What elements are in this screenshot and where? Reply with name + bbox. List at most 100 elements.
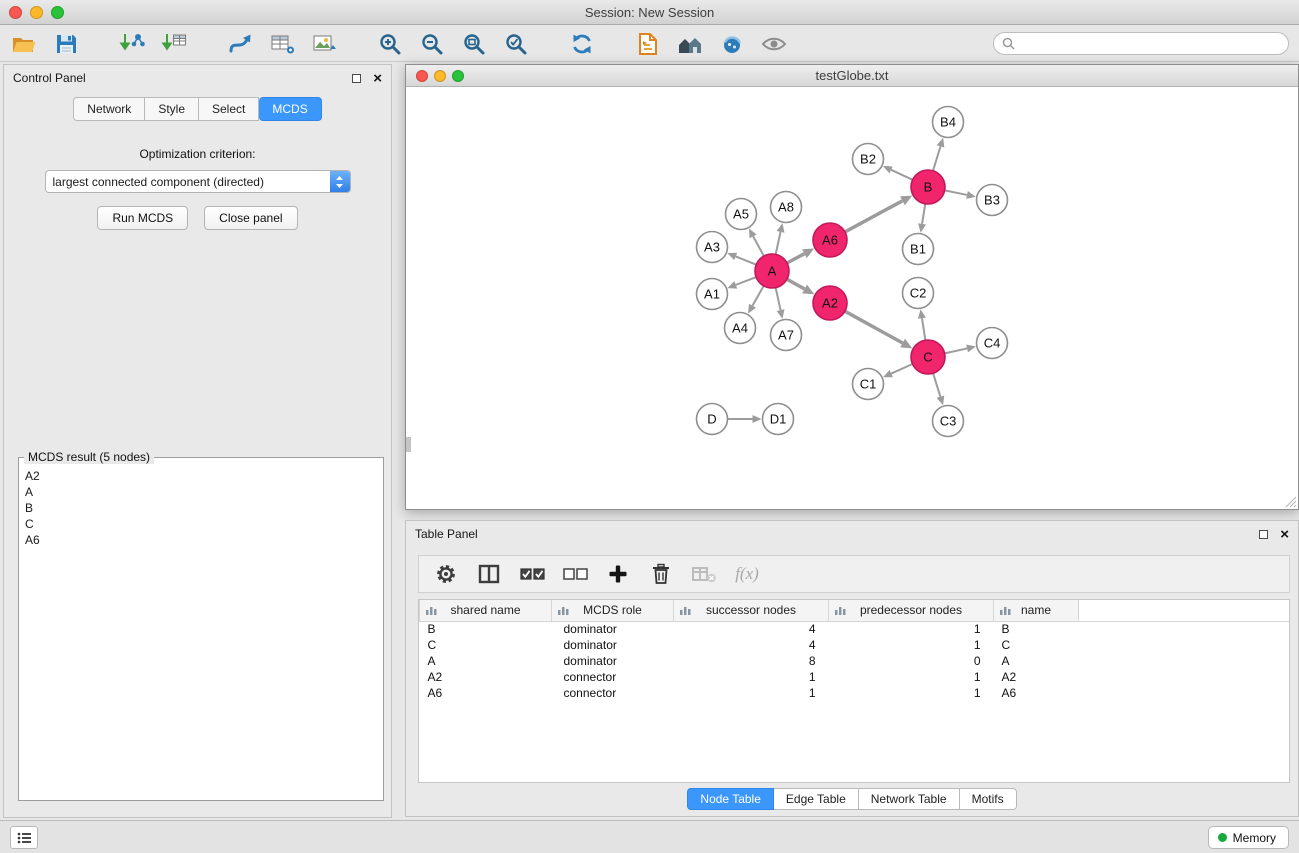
zoom-fit-icon[interactable] bbox=[458, 29, 490, 59]
graph-edge-A-A7[interactable] bbox=[776, 288, 781, 310]
cell-successor-nodes[interactable]: 1 bbox=[674, 685, 829, 701]
graph-edge-C-C3[interactable] bbox=[933, 373, 940, 396]
tab-motifs[interactable]: Motifs bbox=[960, 788, 1017, 810]
graph-edge-C-C4[interactable] bbox=[945, 348, 967, 353]
column-header-mcds-role[interactable]: MCDS role bbox=[552, 600, 674, 621]
network-window-titlebar[interactable]: testGlobe.txt bbox=[406, 65, 1298, 87]
paint-style-icon[interactable] bbox=[716, 29, 748, 59]
graph-edge-B-B4[interactable] bbox=[933, 146, 941, 170]
cell-shared-name[interactable]: B bbox=[420, 621, 552, 637]
mcds-result-item[interactable]: A6 bbox=[25, 532, 381, 548]
tab-edge-table[interactable]: Edge Table bbox=[774, 788, 859, 810]
tab-mcds[interactable]: MCDS bbox=[259, 97, 321, 121]
mcds-result-list[interactable]: A2ABCA6 bbox=[21, 468, 381, 798]
graph-edge-B-B1[interactable] bbox=[922, 204, 925, 224]
deselect-all-icon[interactable] bbox=[562, 560, 588, 588]
memory-button[interactable]: Memory bbox=[1208, 826, 1289, 849]
cell-predecessor-nodes[interactable]: 0 bbox=[829, 653, 994, 669]
zoom-in-icon[interactable] bbox=[374, 29, 406, 59]
mcds-result-item[interactable]: C bbox=[25, 516, 381, 532]
tab-network[interactable]: Network bbox=[73, 97, 145, 121]
run-mcds-button[interactable]: Run MCDS bbox=[97, 206, 188, 230]
cell-mcds-role[interactable]: connector bbox=[552, 669, 674, 685]
cell-mcds-role[interactable]: dominator bbox=[552, 637, 674, 653]
table-row[interactable]: A2connector11A2 bbox=[420, 669, 1290, 685]
cell-name[interactable]: B bbox=[994, 621, 1079, 637]
cell-predecessor-nodes[interactable]: 1 bbox=[829, 637, 994, 653]
graph-edge-A-A8[interactable] bbox=[776, 232, 781, 254]
mcds-result-item[interactable]: A2 bbox=[25, 468, 381, 484]
float-panel-icon[interactable] bbox=[352, 74, 361, 83]
graph-edge-A-A1[interactable] bbox=[736, 277, 756, 285]
resize-grip-icon[interactable] bbox=[1285, 496, 1297, 508]
graph-edge-B-B3[interactable] bbox=[945, 190, 967, 195]
column-visibility-icon[interactable] bbox=[476, 560, 502, 588]
table-settings-icon[interactable] bbox=[433, 560, 459, 588]
column-header-successor-nodes[interactable]: successor nodes bbox=[674, 600, 829, 621]
network-maximize-button[interactable] bbox=[452, 70, 464, 82]
show-hide-icon[interactable] bbox=[758, 29, 790, 59]
graph-edge-A-A3[interactable] bbox=[736, 256, 757, 264]
delete-row-icon[interactable] bbox=[648, 560, 674, 588]
cell-name[interactable]: C bbox=[994, 637, 1079, 653]
cell-name[interactable]: A bbox=[994, 653, 1079, 669]
canvas-scroll-stub[interactable] bbox=[406, 437, 411, 452]
import-network-icon[interactable] bbox=[116, 29, 148, 59]
cell-successor-nodes[interactable]: 4 bbox=[674, 621, 829, 637]
cell-shared-name[interactable]: A2 bbox=[420, 669, 552, 685]
cell-successor-nodes[interactable]: 8 bbox=[674, 653, 829, 669]
apply-layout-icon[interactable] bbox=[566, 29, 598, 59]
table-row[interactable]: Adominator80A bbox=[420, 653, 1290, 669]
graph-edge-A6-B[interactable] bbox=[845, 201, 903, 232]
import-table-icon[interactable] bbox=[158, 29, 190, 59]
open-file-icon[interactable] bbox=[8, 29, 40, 59]
graph-edge-B-B2[interactable] bbox=[891, 170, 912, 180]
close-table-panel-icon[interactable]: × bbox=[1280, 527, 1289, 542]
task-history-button[interactable] bbox=[10, 826, 38, 849]
tab-network-table[interactable]: Network Table bbox=[859, 788, 960, 810]
layout-curved-arrow-icon[interactable] bbox=[224, 29, 256, 59]
table-row[interactable]: A6connector11A6 bbox=[420, 685, 1290, 701]
cell-predecessor-nodes[interactable]: 1 bbox=[829, 685, 994, 701]
graph-edge-A2-C[interactable] bbox=[845, 311, 903, 343]
close-panel-button[interactable]: Close panel bbox=[204, 206, 297, 230]
cell-successor-nodes[interactable]: 1 bbox=[674, 669, 829, 685]
graph-edge-A-A4[interactable] bbox=[752, 286, 763, 306]
column-header-shared-name[interactable]: shared name bbox=[420, 600, 552, 621]
cell-mcds-role[interactable]: dominator bbox=[552, 621, 674, 637]
cell-name[interactable]: A6 bbox=[994, 685, 1079, 701]
search-field[interactable] bbox=[993, 32, 1289, 55]
network-file-icon[interactable] bbox=[632, 29, 664, 59]
select-all-icon[interactable] bbox=[519, 560, 545, 588]
tab-select[interactable]: Select bbox=[199, 97, 259, 121]
graph-edge-A-A6[interactable] bbox=[787, 254, 804, 263]
table-row[interactable]: Bdominator41B bbox=[420, 621, 1290, 637]
zoom-selected-icon[interactable] bbox=[500, 29, 532, 59]
cell-predecessor-nodes[interactable]: 1 bbox=[829, 669, 994, 685]
column-header-name[interactable]: name bbox=[994, 600, 1079, 621]
optimization-criterion-select[interactable]: largest connected component (directed) bbox=[45, 170, 351, 193]
export-table-icon[interactable] bbox=[266, 29, 298, 59]
cell-mcds-role[interactable]: connector bbox=[552, 685, 674, 701]
cell-mcds-role[interactable]: dominator bbox=[552, 653, 674, 669]
table-row[interactable]: Cdominator41C bbox=[420, 637, 1290, 653]
mcds-result-item[interactable]: A bbox=[25, 484, 381, 500]
graph-edge-A-A5[interactable] bbox=[753, 236, 764, 256]
cell-shared-name[interactable]: A bbox=[420, 653, 552, 669]
cell-name[interactable]: A2 bbox=[994, 669, 1079, 685]
graph-edge-C-C2[interactable] bbox=[922, 318, 925, 340]
add-row-icon[interactable] bbox=[605, 560, 631, 588]
graph-edge-C-C1[interactable] bbox=[891, 364, 912, 374]
first-neighbors-icon[interactable] bbox=[674, 29, 706, 59]
save-session-icon[interactable] bbox=[50, 29, 82, 59]
network-minimize-button[interactable] bbox=[434, 70, 446, 82]
graph-edge-A-A2[interactable] bbox=[787, 279, 805, 289]
tab-node-table[interactable]: Node Table bbox=[687, 788, 774, 810]
network-canvas[interactable]: B4B2BB3B1A5A8A6A3AA1C2A2A4A7C4CC1C3DD1 bbox=[406, 87, 1298, 509]
search-input[interactable] bbox=[1020, 37, 1280, 51]
float-table-panel-icon[interactable] bbox=[1259, 530, 1268, 539]
close-panel-icon[interactable]: × bbox=[373, 71, 382, 86]
cell-successor-nodes[interactable]: 4 bbox=[674, 637, 829, 653]
zoom-out-icon[interactable] bbox=[416, 29, 448, 59]
column-header-predecessor-nodes[interactable]: predecessor nodes bbox=[829, 600, 994, 621]
